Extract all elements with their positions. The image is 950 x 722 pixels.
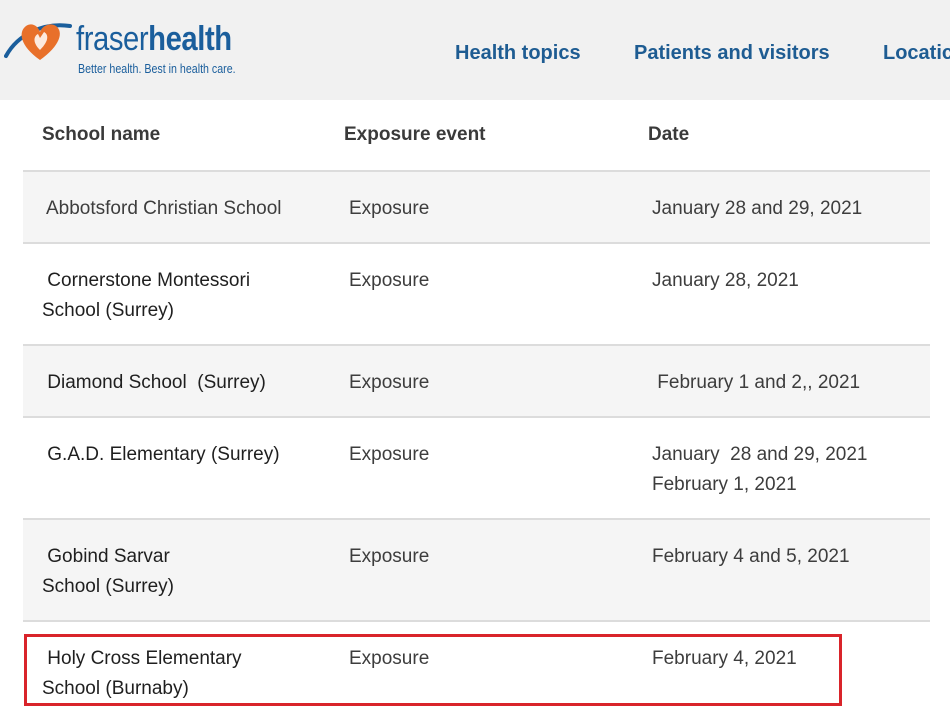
exposure-event-cell: Exposure xyxy=(349,270,430,291)
school-name-cell: Diamond School (Surrey) xyxy=(42,372,266,393)
nav-health-topics[interactable]: Health topics xyxy=(455,42,581,65)
exposure-event-cell: Exposure xyxy=(349,198,430,219)
exposure-event-cell: Exposure xyxy=(349,372,430,393)
school-name-cell: Abbotsford Christian School xyxy=(46,198,282,219)
school-exposures-table: School name Exposure event Date Abbotsfo… xyxy=(23,100,930,722)
date-cell: January 28 and 29, 2021 February 1, 2021 xyxy=(652,444,868,495)
table-row: Cornerstone Montessori School (Surrey) E… xyxy=(23,244,930,346)
date-cell: February 1 and 2,, 2021 xyxy=(652,372,861,393)
nav-patients-and-visitors[interactable]: Patients and visitors xyxy=(634,42,830,65)
date-cell: January 28, 2021 xyxy=(652,270,799,291)
table-header: School name Exposure event Date xyxy=(23,100,930,172)
heart-logo-icon xyxy=(4,23,72,60)
brand-tagline: Better health. Best in health care. xyxy=(78,61,236,76)
school-name-cell: Holy Cross Elementary School (Burnaby) xyxy=(42,648,242,699)
table-row: Gobind Sarvar School (Surrey) Exposure F… xyxy=(23,520,930,622)
column-header-date: Date xyxy=(648,124,690,145)
table-row: Abbotsford Christian School Exposure Jan… xyxy=(23,172,930,244)
column-header-school-name: School name xyxy=(42,124,161,145)
date-cell: February 4 and 5, 2021 xyxy=(652,546,850,567)
exposure-event-cell: Exposure xyxy=(349,648,430,669)
brand-name: fraserhealth xyxy=(76,20,232,59)
table-row: Holy Cross Elementary School (Burnaby) E… xyxy=(23,622,930,722)
exposure-event-cell: Exposure xyxy=(349,444,430,465)
fraser-health-logo[interactable]: fraserhealth Better health. Best in heal… xyxy=(4,12,244,82)
school-name-cell: Gobind Sarvar School (Surrey) xyxy=(42,546,174,597)
table-row: Diamond School (Surrey) Exposure Februar… xyxy=(23,346,930,418)
brand-name-part2: health xyxy=(148,20,232,58)
column-header-exposure-event: Exposure event xyxy=(344,124,486,145)
brand-name-part1: fraser xyxy=(76,20,149,58)
nav-locations[interactable]: Locatic xyxy=(883,42,950,65)
table-row: G.A.D. Elementary (Surrey) Exposure Janu… xyxy=(23,418,930,520)
exposure-event-cell: Exposure xyxy=(349,546,430,567)
date-cell: February 4, 2021 xyxy=(652,648,797,669)
school-name-cell: G.A.D. Elementary (Surrey) xyxy=(42,444,280,465)
site-header: fraserhealth Better health. Best in heal… xyxy=(0,0,950,100)
school-name-cell: Cornerstone Montessori School (Surrey) xyxy=(42,270,251,321)
date-cell: January 28 and 29, 2021 xyxy=(652,198,863,219)
